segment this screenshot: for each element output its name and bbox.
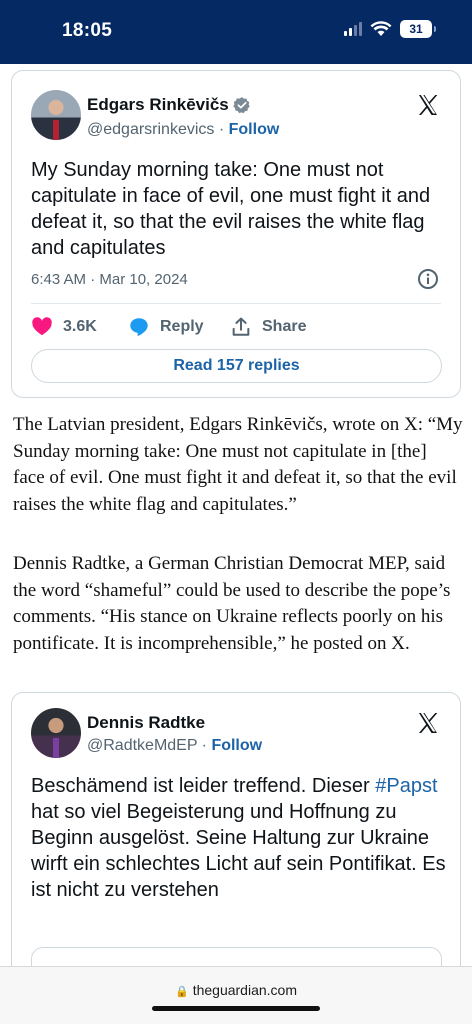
tweet-text: My Sunday morning take: One must not cap…	[31, 159, 431, 259]
tweet-author-handle: @edgarsrinkevics · Follow	[87, 121, 279, 139]
handle-text: @RadtkeMdEP	[87, 737, 198, 754]
heart-icon	[32, 317, 52, 336]
tweet-author-name[interactable]: Edgars Rinkēvičs	[87, 95, 251, 115]
share-button[interactable]: Share	[230, 316, 306, 338]
wifi-icon	[370, 21, 392, 36]
hashtag-link[interactable]: #Papst	[375, 775, 437, 797]
reply-icon	[130, 318, 148, 337]
info-icon[interactable]	[417, 268, 439, 290]
handle-text: @edgarsrinkevics	[87, 121, 215, 138]
avatar[interactable]	[31, 90, 81, 140]
read-replies-button[interactable]: Read 157 replies	[31, 349, 442, 383]
tweet-text-part: Beschämend ist leider treffend. Dieser	[31, 775, 376, 797]
share-label: Share	[262, 318, 307, 335]
embedded-tweet[interactable]: Edgars Rinkēvičs @edgarsrinkevics · Foll…	[11, 70, 461, 398]
quoted-tweet-preview[interactable]	[31, 947, 442, 968]
article-paragraph: Dennis Radtke, a German Christian Democr…	[13, 553, 451, 654]
handle-separator: ·	[197, 737, 212, 754]
reply-button[interactable]: Reply	[128, 316, 230, 338]
tweet-actions: 3.6K Reply Share	[31, 315, 306, 339]
like-count: 3.6K	[63, 318, 97, 335]
cellular-signal-icon	[344, 22, 362, 36]
author-name-text: Dennis Radtke	[87, 713, 206, 732]
status-bar: 18:05 31	[0, 0, 472, 64]
home-indicator[interactable]	[152, 1006, 320, 1011]
tweet-timestamp[interactable]: 6:43 AM · Mar 10, 2024	[31, 271, 188, 288]
tweet-text: Beschämend ist leider treffend. Dieser #…	[31, 773, 446, 903]
x-logo-icon[interactable]	[416, 711, 440, 735]
article-paragraph: The Latvian president, Edgars Rinkēvičs,…	[13, 414, 463, 515]
share-icon	[232, 317, 250, 336]
verified-icon	[233, 97, 250, 114]
status-time: 18:05	[62, 20, 113, 41]
reply-label: Reply	[160, 318, 204, 335]
tweet-author-handle: @RadtkeMdEP · Follow	[87, 737, 262, 755]
article-content[interactable]: Edgars Rinkēvičs @edgarsrinkevics · Foll…	[0, 64, 472, 968]
handle-separator: ·	[214, 121, 229, 138]
x-logo-icon[interactable]	[416, 93, 440, 117]
tweet-text-part: hat so viel Begeisterung und Hoffnung zu…	[31, 801, 446, 901]
follow-link[interactable]: Follow	[211, 737, 262, 754]
battery-indicator: 31	[400, 20, 436, 38]
avatar[interactable]	[31, 708, 81, 758]
status-icons: 31	[344, 20, 436, 38]
browser-address-bar[interactable]: 🔒 theguardian.com	[0, 966, 472, 1024]
tweet-divider	[31, 303, 441, 304]
url-text: theguardian.com	[192, 982, 297, 998]
follow-link[interactable]: Follow	[229, 121, 280, 138]
tweet-author-name[interactable]: Dennis Radtke	[87, 713, 205, 733]
lock-icon: 🔒	[175, 986, 189, 998]
like-button[interactable]: 3.6K	[31, 316, 128, 338]
author-name-text: Edgars Rinkēvičs	[87, 95, 229, 114]
url-display[interactable]: 🔒 theguardian.com	[0, 982, 472, 998]
embedded-tweet[interactable]: Dennis Radtke @RadtkeMdEP · Follow Besch…	[11, 692, 461, 968]
